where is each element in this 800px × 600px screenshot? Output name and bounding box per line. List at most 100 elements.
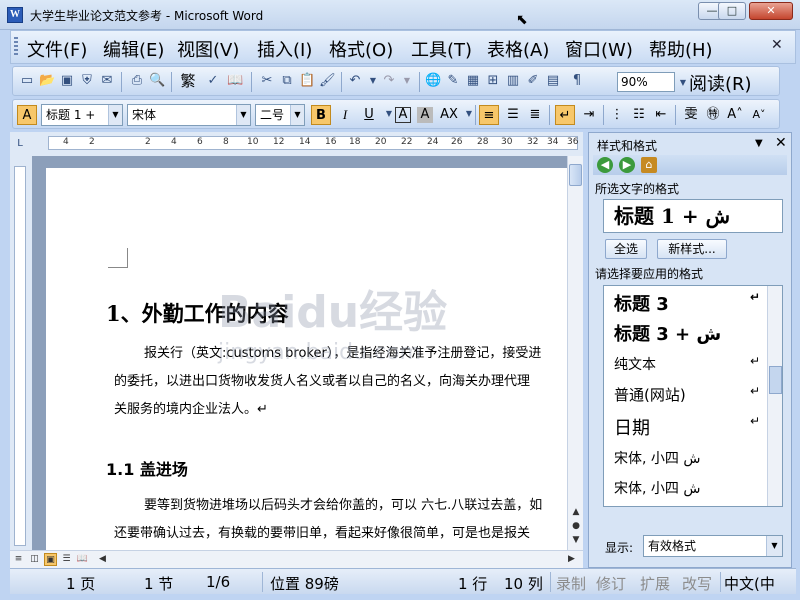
undo-dropdown-icon[interactable]: ▼ bbox=[365, 73, 381, 89]
print-layout-icon[interactable]: ▣ bbox=[44, 553, 57, 566]
horizontal-ruler[interactable]: 4 2 2 4 6 8 10 12 14 16 18 20 22 24 26 2… bbox=[48, 136, 578, 150]
font-size-select[interactable]: 二号 ▼ bbox=[255, 104, 305, 126]
insert-excel-icon[interactable]: ⊞ bbox=[485, 73, 501, 89]
home-icon[interactable]: ⌂ bbox=[641, 157, 657, 173]
new-icon[interactable]: ▭ bbox=[19, 73, 35, 89]
zoom-select[interactable]: 90% bbox=[617, 72, 675, 92]
close-document-button[interactable]: ✕ bbox=[771, 37, 783, 53]
next-page-icon[interactable]: ▼ bbox=[570, 534, 582, 546]
web-view-icon[interactable]: ◫ bbox=[28, 553, 41, 566]
drawing-icon[interactable]: ✐ bbox=[525, 73, 541, 89]
reading-view-icon[interactable]: 📖 bbox=[76, 553, 89, 566]
paragraph-line[interactable]: 还要带确认过去，有换载的要带旧单，看起来好像很简单，可是也是报关 bbox=[114, 520, 530, 548]
print-preview-icon[interactable]: 🔍 bbox=[149, 73, 165, 89]
char-shading-icon[interactable]: A bbox=[417, 107, 433, 123]
numbering-icon[interactable]: ⋮ bbox=[607, 105, 627, 125]
select-all-button[interactable]: 全选 bbox=[605, 239, 647, 259]
show-hide-icon[interactable]: ¶ bbox=[569, 73, 585, 89]
forward-icon[interactable]: ▶ bbox=[619, 157, 635, 173]
task-pane-close-icon[interactable]: ✕ bbox=[775, 135, 787, 151]
list-item[interactable]: 日期 ↵ bbox=[614, 414, 760, 440]
scroll-thumb[interactable] bbox=[569, 164, 582, 186]
show-select[interactable]: 有效格式 ▼ bbox=[643, 535, 783, 557]
distributed-align-icon[interactable]: ↵ bbox=[555, 105, 575, 125]
status-overtype[interactable]: 改写 bbox=[682, 573, 712, 594]
paragraph-line[interactable]: 的委托，以进出口货物收发货人名义或者以自己的名义，向海关办理代理 bbox=[114, 368, 530, 396]
undo-icon[interactable]: ↶ bbox=[347, 73, 363, 89]
chevron-down-icon[interactable]: ▼ bbox=[766, 536, 782, 556]
document-area[interactable]: 1、外勤工作的内容 报关行（英文:customs broker），是指经海关准予… bbox=[32, 156, 567, 550]
new-style-button[interactable]: 新样式... bbox=[657, 239, 727, 259]
columns-icon[interactable]: ▥ bbox=[505, 73, 521, 89]
list-item[interactable]: 普通(网站) ↵ bbox=[614, 384, 760, 405]
enclose-char-icon[interactable]: ㊕ bbox=[703, 105, 723, 125]
bold-button[interactable]: B bbox=[311, 105, 331, 125]
current-style-box[interactable]: 标题 1 + ش bbox=[603, 199, 783, 233]
vertical-scrollbar[interactable]: ▲ ● ▼ bbox=[567, 156, 583, 550]
paragraph-line[interactable]: 关服务的境内企业法人。↵ bbox=[114, 396, 268, 424]
line-spacing-icon[interactable]: ⇥ bbox=[579, 105, 599, 125]
italic-button[interactable]: I bbox=[335, 105, 355, 125]
grow-font-icon[interactable]: A˄ bbox=[725, 105, 745, 125]
list-item[interactable]: 纯文本 ↵ bbox=[614, 354, 760, 374]
status-extend[interactable]: 扩展 bbox=[640, 573, 670, 594]
menu-window[interactable]: 窗口(W) bbox=[565, 36, 633, 62]
status-track-changes[interactable]: 修订 bbox=[596, 573, 626, 594]
paragraph-line[interactable]: 要等到货物进堆场以后码头才会给你盖的，可以 六七.八联过去盖，如 bbox=[144, 492, 542, 520]
cut-icon[interactable]: ✂ bbox=[259, 73, 275, 89]
list-item[interactable]: 宋体, 小四 ش bbox=[614, 448, 700, 468]
style-select[interactable]: 标题 1 + ▼ bbox=[41, 104, 123, 126]
horizontal-scrollbar[interactable]: ≡ ◫ ▣ ☰ 📖 ◀ ▶ bbox=[10, 550, 583, 568]
close-window-button[interactable]: ✕ bbox=[749, 2, 793, 20]
list-item[interactable]: 标题 3 ↵ bbox=[614, 290, 760, 316]
normal-view-icon[interactable]: ≡ bbox=[12, 553, 25, 566]
list-item[interactable]: 标题 3 + ش bbox=[614, 320, 721, 346]
align-right-icon[interactable]: ≣ bbox=[525, 105, 545, 125]
print-icon[interactable]: ⎙ bbox=[129, 73, 145, 89]
style-list[interactable]: 标题 3 ↵ 标题 3 + ش 纯文本 ↵ 普通(网站) ↵ 日期 ↵ 宋体, 小四 ش… bbox=[603, 285, 783, 507]
copy-icon[interactable]: ⧉ bbox=[279, 73, 295, 89]
tab-selector-icon[interactable]: L bbox=[12, 136, 28, 152]
menu-edit[interactable]: 编辑(E) bbox=[103, 36, 164, 62]
underline-button[interactable]: U bbox=[359, 105, 379, 125]
chevron-down-icon[interactable]: ▼ bbox=[236, 105, 250, 125]
bullets-icon[interactable]: ☷ bbox=[629, 105, 649, 125]
traditional-chinese-icon[interactable]: 繁 bbox=[177, 73, 199, 89]
menu-table[interactable]: 表格(A) bbox=[487, 36, 549, 62]
read-mode-button[interactable]: 阅读(R) bbox=[689, 70, 752, 96]
spelling-icon[interactable]: ✓ bbox=[205, 73, 221, 89]
redo-dropdown-icon[interactable]: ▼ bbox=[399, 73, 415, 89]
phonetic-guide-icon[interactable]: 雯 bbox=[681, 105, 701, 125]
back-icon[interactable]: ◀ bbox=[597, 157, 613, 173]
save-icon[interactable]: ▣ bbox=[59, 73, 75, 89]
open-icon[interactable]: 📂 bbox=[39, 73, 55, 89]
prev-page-icon[interactable]: ▲ bbox=[570, 506, 582, 518]
style-list-scrollbar[interactable] bbox=[767, 286, 782, 506]
toolbar-grip[interactable] bbox=[14, 37, 18, 57]
status-record[interactable]: 录制 bbox=[556, 573, 586, 594]
heading-2[interactable]: 1.1 盖进场 bbox=[106, 456, 188, 480]
scroll-thumb[interactable] bbox=[769, 366, 782, 394]
font-select[interactable]: 宋体 ▼ bbox=[127, 104, 251, 126]
maximize-button[interactable]: □ bbox=[718, 2, 746, 20]
decrease-indent-icon[interactable]: ⇤ bbox=[651, 105, 671, 125]
align-justify-icon[interactable]: ≡ bbox=[479, 105, 499, 125]
shrink-font-icon[interactable]: A˅ bbox=[749, 105, 769, 125]
outline-view-icon[interactable]: ☰ bbox=[60, 553, 73, 566]
permission-icon[interactable]: ⛨ bbox=[79, 73, 95, 89]
menu-format[interactable]: 格式(O) bbox=[329, 36, 393, 62]
styles-pane-icon[interactable]: A bbox=[17, 105, 37, 125]
vertical-ruler[interactable] bbox=[14, 166, 26, 546]
scroll-right-icon[interactable]: ▶ bbox=[565, 553, 578, 566]
menu-tools[interactable]: 工具(T) bbox=[411, 36, 472, 62]
chevron-down-icon[interactable]: ▼ bbox=[108, 105, 122, 125]
tables-borders-icon[interactable]: ✎ bbox=[445, 73, 461, 89]
format-painter-icon[interactable]: 🖌 bbox=[319, 73, 336, 89]
char-scale-icon[interactable]: ΑΧ bbox=[439, 105, 459, 125]
email-icon[interactable]: ✉ bbox=[99, 73, 115, 89]
browse-object-icon[interactable]: ● bbox=[570, 520, 582, 532]
chevron-down-icon[interactable]: ▼ bbox=[290, 105, 304, 125]
research-icon[interactable]: 📖 bbox=[227, 73, 243, 89]
task-pane-menu-icon[interactable]: ▼ bbox=[755, 138, 763, 149]
menu-insert[interactable]: 插入(I) bbox=[257, 36, 312, 62]
